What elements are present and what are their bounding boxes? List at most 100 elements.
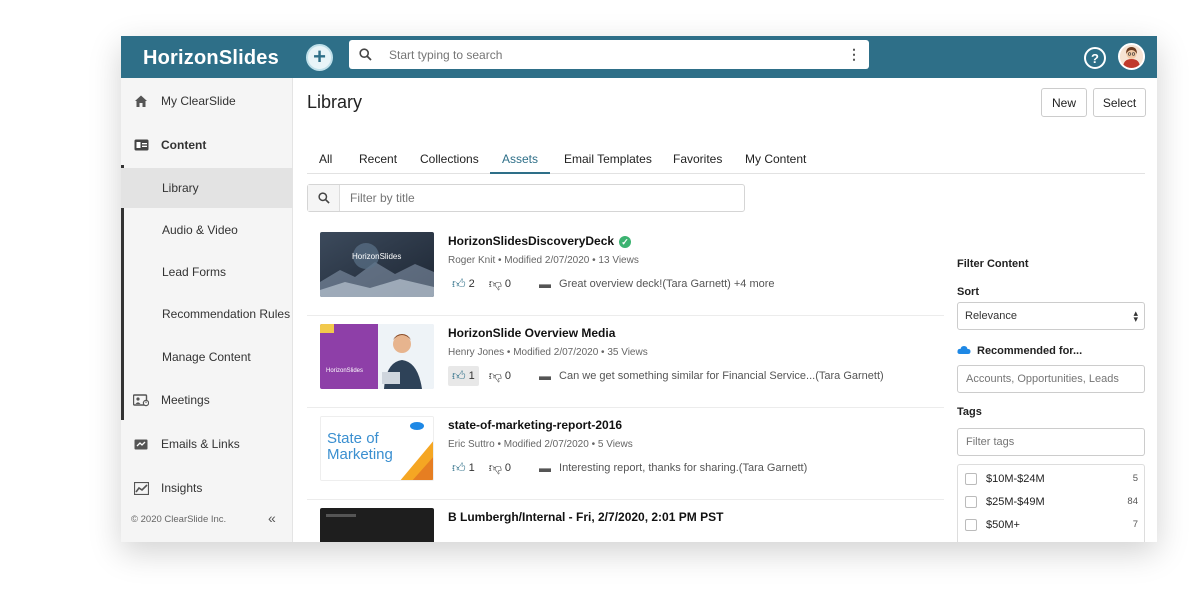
tags-label: Tags — [957, 406, 982, 418]
like-button[interactable]: 👍︎ 2 — [448, 274, 479, 294]
comment-icon: ▬ — [539, 277, 552, 291]
asset-meta: Eric Suttro • Modified 2/07/2020 • 5 Vie… — [448, 439, 633, 450]
select-arrows-icon: ▴ ▾ — [1133, 307, 1138, 324]
asset-title[interactable]: state-of-marketing-report-2016 — [448, 418, 622, 432]
sort-select[interactable]: Relevance ▴ ▾ — [957, 302, 1145, 330]
thumbs-down-icon: 👎︎ — [488, 460, 502, 475]
tag-count: 84 — [1127, 496, 1138, 507]
help-icon[interactable]: ? — [1084, 47, 1106, 69]
create-button[interactable]: + — [306, 44, 333, 71]
salesforce-cloud-icon — [957, 344, 971, 358]
tab-favorites[interactable]: Favorites — [661, 146, 734, 174]
tag-count: 7 — [1132, 519, 1138, 530]
sidebar-item-library[interactable]: Library — [121, 168, 293, 208]
asset-title[interactable]: HorizonSlidesDiscoveryDeck ✓ — [448, 234, 632, 248]
sort-value: Relevance — [965, 310, 1017, 322]
tag-row[interactable]: $10M-$24M 5 — [958, 467, 1144, 490]
latest-comment[interactable]: Interesting report, thanks for sharing.(… — [559, 462, 807, 474]
email-link-icon — [121, 438, 161, 451]
asset-row[interactable]: HorizonSlides HorizonSlidesDiscoveryDeck… — [307, 224, 944, 316]
asset-title-text: HorizonSlidesDiscoveryDeck — [448, 234, 615, 248]
tab-recent[interactable]: Recent — [347, 146, 409, 174]
asset-thumbnail[interactable]: HorizonSlides — [320, 324, 434, 389]
sidebar-item-content[interactable]: Content — [121, 125, 293, 165]
tab-all[interactable]: All — [307, 146, 344, 174]
tag-count: 5 — [1132, 473, 1138, 484]
latest-comment[interactable]: Great overview deck!(Tara Garnett) +4 mo… — [559, 278, 775, 290]
select-button[interactable]: Select — [1093, 88, 1146, 117]
main-content: Library New Select All Recent Collection… — [293, 78, 1157, 542]
tag-row[interactable]: 401k 10 — [958, 536, 1144, 542]
asset-feedback-row: 👍︎ 1 👎︎ 0 ▬ Can we get something similar f… — [448, 366, 884, 386]
filter-tags-input[interactable] — [957, 428, 1145, 456]
meetings-icon — [121, 393, 161, 407]
top-bar: HorizonSlides + ⋮ ? — [121, 36, 1157, 78]
sidebar-item-meetings[interactable]: Meetings — [121, 380, 293, 420]
tag-label: 401k — [986, 542, 1010, 543]
insights-chart-icon — [121, 481, 161, 495]
tag-row[interactable]: $25M-$49M 84 — [958, 490, 1144, 513]
recommended-for-input[interactable] — [957, 365, 1145, 393]
dislike-button[interactable]: 👎︎ 0 — [485, 458, 515, 478]
plus-icon: + — [313, 43, 326, 69]
tag-checkbox[interactable] — [965, 541, 977, 542]
comment-icon: ▬ — [539, 461, 552, 475]
title-filter[interactable] — [307, 184, 745, 212]
thumbnail-brand-text: HorizonSlides — [352, 252, 402, 261]
sidebar-item-recommendation-rules[interactable]: Recommendation Rules — [121, 294, 293, 334]
app-logo[interactable]: HorizonSlides — [143, 47, 279, 70]
asset-meta: Roger Knit • Modified 2/07/2020 • 13 Vie… — [448, 255, 639, 266]
global-search[interactable]: ⋮ — [349, 40, 869, 69]
user-avatar[interactable] — [1118, 43, 1145, 70]
tag-label: $10M-$24M — [986, 472, 1045, 485]
more-options-icon[interactable]: ⋮ — [839, 46, 869, 63]
tab-my-content[interactable]: My Content — [733, 146, 818, 174]
search-icon — [308, 185, 340, 211]
tag-checkbox[interactable] — [965, 472, 977, 485]
sidebar-item-label: Recommendation Rules — [162, 307, 291, 321]
sidebar-item-audio-video[interactable]: Audio & Video — [121, 210, 293, 250]
like-button[interactable]: 👍︎ 1 — [448, 458, 479, 478]
latest-comment[interactable]: Can we get something similar for Financi… — [559, 370, 884, 382]
tag-row[interactable]: $50M+ 7 — [958, 513, 1144, 536]
new-button[interactable]: New — [1041, 88, 1087, 117]
sidebar-item-lead-forms[interactable]: Lead Forms — [121, 252, 293, 292]
sidebar-item-my-clearslide[interactable]: My ClearSlide — [121, 81, 293, 121]
asset-row[interactable]: B Lumbergh/Internal - Fri, 2/7/2020, 2:0… — [307, 500, 944, 542]
dislike-button[interactable]: 👎︎ 0 — [485, 366, 515, 386]
dislike-count: 0 — [504, 370, 512, 382]
asset-title[interactable]: B Lumbergh/Internal - Fri, 2/7/2020, 2:0… — [448, 510, 723, 524]
filter-by-title-input[interactable] — [340, 191, 744, 205]
search-input[interactable] — [381, 47, 839, 62]
sidebar-item-label: My ClearSlide — [161, 94, 236, 108]
tag-list: $10M-$24M 5 $25M-$49M 84 $50M+ 7 401k 10 — [957, 464, 1145, 542]
sidebar-item-insights[interactable]: Insights — [121, 468, 293, 508]
sidebar-item-label: Insights — [161, 481, 203, 495]
asset-feedback-row: 👍︎ 1 👎︎ 0 ▬ Interesting report, thanks for… — [448, 458, 807, 478]
comment-icon: ▬ — [539, 369, 552, 383]
sidebar-item-manage-content[interactable]: Manage Content — [121, 337, 293, 377]
like-button[interactable]: 👍︎ 1 — [448, 366, 479, 386]
collapse-sidebar-icon[interactable]: « — [268, 510, 276, 526]
tag-checkbox[interactable] — [965, 495, 977, 508]
asset-meta: Henry Jones • Modified 2/07/2020 • 35 Vi… — [448, 347, 648, 358]
asset-row[interactable]: State of Marketing state-of-marketing-re… — [307, 408, 944, 500]
thumbnail-brand-text: HorizonSlides — [326, 368, 364, 374]
asset-thumbnail[interactable]: State of Marketing — [320, 416, 434, 481]
tab-email-templates[interactable]: Email Templates — [552, 146, 664, 174]
verified-check-icon: ✓ — [619, 235, 632, 248]
asset-title[interactable]: HorizonSlide Overview Media — [448, 326, 615, 340]
search-icon — [349, 48, 381, 61]
tag-checkbox[interactable] — [965, 518, 977, 531]
dislike-button[interactable]: 👎︎ 0 — [485, 274, 515, 294]
asset-thumbnail[interactable] — [320, 508, 434, 542]
asset-row[interactable]: HorizonSlides HorizonSlide Overview Medi… — [307, 316, 944, 408]
sidebar-item-label: Content — [161, 138, 207, 152]
tab-collections[interactable]: Collections — [408, 146, 491, 174]
asset-thumbnail[interactable]: HorizonSlides — [320, 232, 434, 297]
tab-assets[interactable]: Assets — [490, 146, 551, 174]
content-icon — [121, 139, 161, 151]
thumbs-up-icon: 👍︎ — [452, 460, 466, 475]
asset-feedback-row: 👍︎ 2 👎︎ 0 ▬ Great overview deck!(Tara Garn… — [448, 274, 775, 294]
sidebar-item-emails-links[interactable]: Emails & Links — [121, 424, 293, 464]
